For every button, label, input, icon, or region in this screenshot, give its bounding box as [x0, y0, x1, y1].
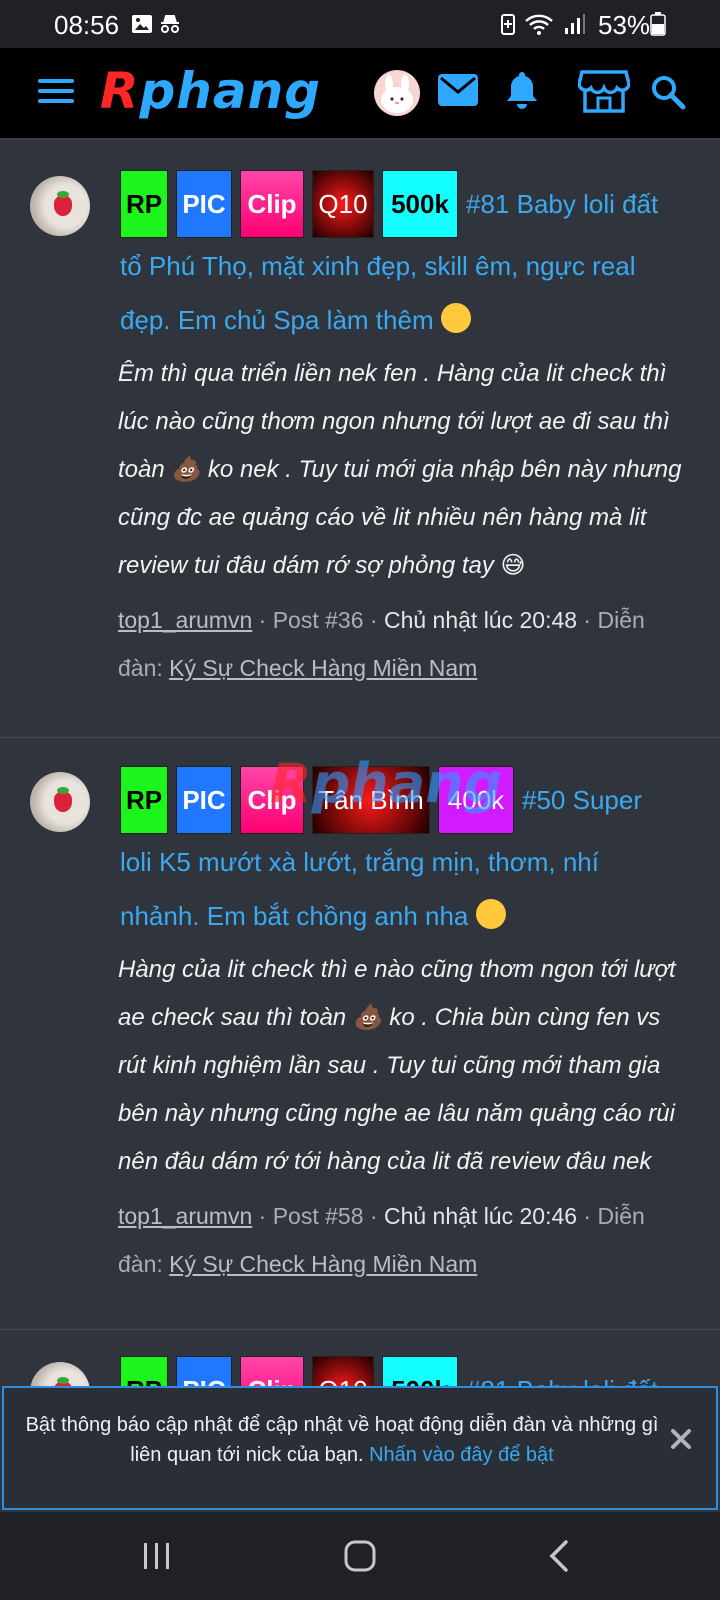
tag-price[interactable]: 500k: [382, 1356, 458, 1386]
post-title-cont[interactable]: tổ Phú Thọ, mặt xinh đẹp, skill êm, ngực…: [120, 238, 700, 294]
post-meta: top1_arumvn · Post #36 · Chủ nhật lúc 20…: [118, 607, 645, 681]
battery-saver-icon: [501, 14, 515, 35]
enable-notifications-link[interactable]: Nhấn vào đây để bật: [369, 1444, 554, 1466]
tag-area[interactable]: Q10: [312, 1356, 374, 1386]
status-time: 08:56: [54, 10, 120, 40]
poster-username[interactable]: top1_arumvn: [118, 1203, 252, 1229]
post-item[interactable]: RP PIC Clip Q10 500k #81 Baby loli đất: [0, 1330, 720, 1386]
tag-clip[interactable]: Clip: [240, 1356, 304, 1386]
tag-pic[interactable]: PIC: [176, 170, 232, 238]
tag-clip[interactable]: Clip: [240, 170, 304, 238]
search-icon[interactable]: [650, 74, 686, 110]
post-title[interactable]: #50 Super: [522, 772, 702, 828]
tag-rp[interactable]: RP: [120, 1356, 168, 1386]
mail-icon[interactable]: [438, 74, 478, 106]
poster-avatar[interactable]: [30, 1362, 90, 1386]
poster-avatar[interactable]: [30, 772, 90, 832]
tag-clip[interactable]: Clip: [240, 766, 304, 834]
battery-icon: [650, 12, 666, 36]
forum-link[interactable]: Ký Sự Check Hàng Miền Nam: [169, 655, 477, 681]
kiss-emoji-icon: [475, 899, 506, 929]
user-avatar[interactable]: [374, 70, 420, 116]
post-date: Chủ nhật lúc 20:48: [383, 607, 578, 633]
banner-message: Bật thông báo cập nhật để cập nhật về ho…: [25, 1414, 659, 1466]
wifi-icon: [525, 14, 553, 35]
status-bar: 08:56 53%: [0, 0, 720, 48]
forum-link[interactable]: Ký Sự Check Hàng Miền Nam: [169, 1251, 477, 1277]
gallery-icon: [132, 15, 152, 33]
tag-area[interactable]: Q10: [312, 170, 374, 238]
post-title[interactable]: #81 Baby loli đất: [466, 1362, 706, 1386]
post-title-cont[interactable]: đẹp. Em chủ Spa làm thêm: [120, 292, 471, 348]
site-logo[interactable]: Rphang: [100, 62, 321, 120]
tag-rp[interactable]: RP: [120, 170, 168, 238]
post-title-cont[interactable]: nhảnh. Em bắt chồng anh nha: [120, 888, 506, 944]
bunny-avatar-icon: [381, 75, 413, 113]
menu-icon[interactable]: [38, 76, 74, 106]
poster-avatar[interactable]: [30, 176, 90, 236]
signal-icon: [565, 14, 585, 34]
bell-icon[interactable]: [504, 70, 540, 110]
post-snippet: Hàng của lit check thì e nào cũng thơm n…: [118, 956, 676, 1175]
post-date: Chủ nhật lúc 20:46: [383, 1203, 578, 1229]
post-title-cont[interactable]: loli K5 mướt xà lướt, trắng mịn, thơm, n…: [120, 834, 700, 890]
site-header: Rphang: [0, 48, 720, 140]
tag-rp[interactable]: RP: [120, 766, 168, 834]
home-icon[interactable]: [344, 1540, 376, 1572]
smiling-hearts-emoji-icon: [440, 303, 471, 333]
tag-price[interactable]: 400k: [438, 766, 514, 834]
post-number[interactable]: Post #36: [273, 607, 364, 633]
back-icon[interactable]: [548, 1540, 572, 1572]
post-number[interactable]: Post #58: [273, 1203, 364, 1229]
incognito-icon: [161, 15, 179, 33]
post-meta: top1_arumvn · Post #58 · Chủ nhật lúc 20…: [118, 1203, 645, 1277]
poster-username[interactable]: top1_arumvn: [118, 607, 252, 633]
post-title[interactable]: #81 Baby loli đất: [466, 176, 706, 232]
post-item[interactable]: RP PIC Clip Tân Bình 400k #50 Super loli…: [0, 738, 720, 1330]
post-snippet: Êm thì qua triển liền nek fen . Hàng của…: [118, 360, 682, 579]
battery-percent: 53%: [598, 10, 651, 40]
tag-area[interactable]: Tân Bình: [312, 766, 430, 834]
tag-pic[interactable]: PIC: [176, 1356, 232, 1386]
push-notification-banner: Bật thông báo cập nhật để cập nhật về ho…: [2, 1386, 718, 1510]
tag-pic[interactable]: PIC: [176, 766, 232, 834]
store-icon[interactable]: [578, 68, 630, 114]
tag-price[interactable]: 500k: [382, 170, 458, 238]
post-item[interactable]: RP PIC Clip Q10 500k #81 Baby loli đất t…: [0, 142, 720, 738]
recent-apps-icon[interactable]: [142, 1540, 172, 1572]
system-navigation-bar: [0, 1512, 720, 1600]
close-icon[interactable]: [668, 1426, 694, 1452]
